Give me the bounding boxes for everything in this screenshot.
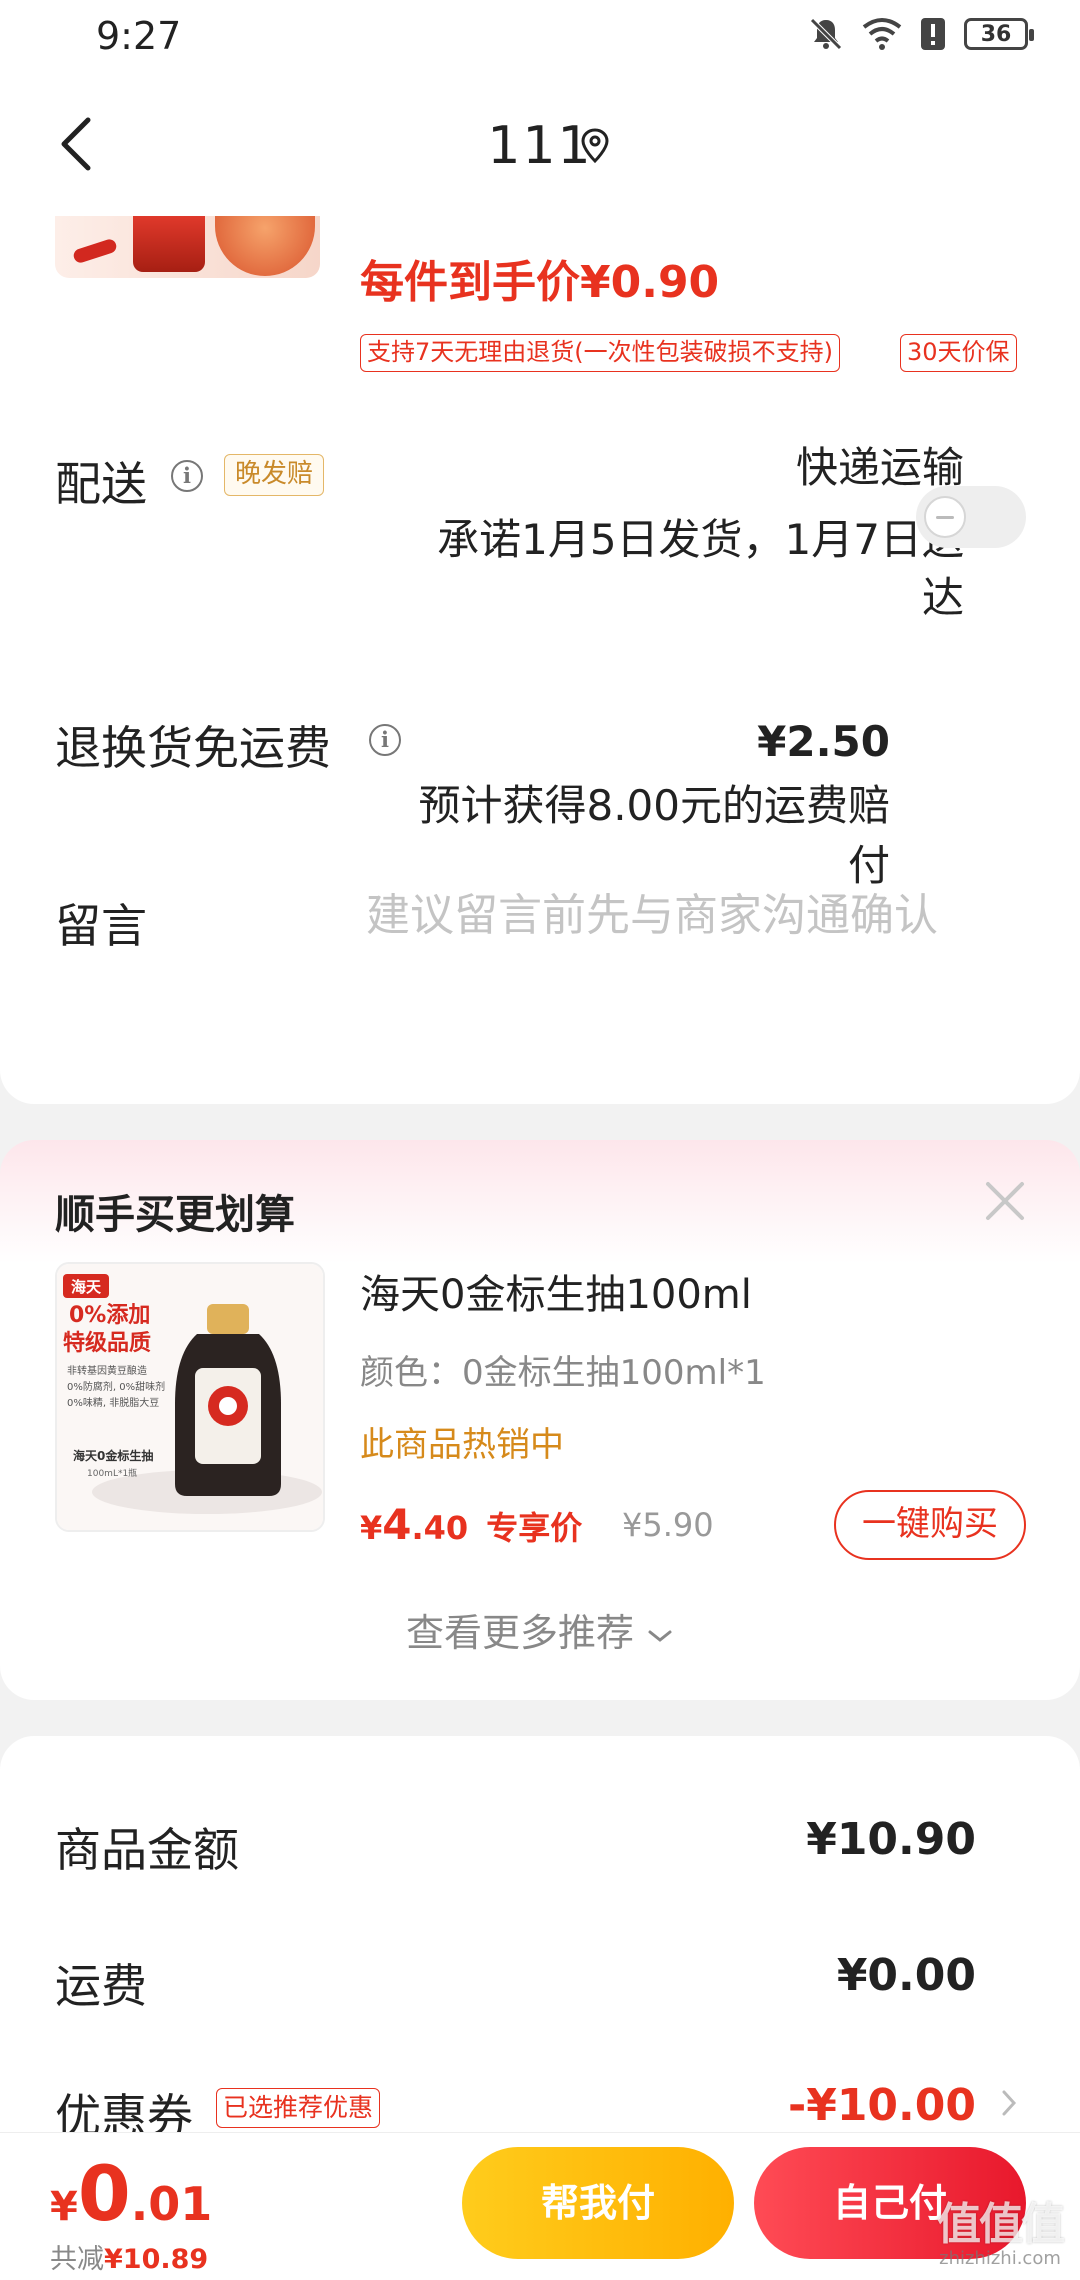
total-int: 0 (77, 2149, 131, 2238)
location-pin-icon[interactable] (580, 128, 610, 164)
thumb-line-1: 非转基因黄豆酿造 (67, 1364, 147, 1377)
recommend-price: ¥4.40 专享价 (360, 1500, 582, 1549)
more-recommend-link[interactable]: 查看更多推荐 (0, 1602, 1080, 1657)
saved-value: ¥10.89 (104, 2244, 209, 2275)
thumb-headline-2: 特级品质 (63, 1330, 151, 1356)
delivery-promise-line2: 达 (921, 573, 964, 622)
return-shipping-desc-line1: 预计获得8.00元的运费赔 (418, 781, 890, 830)
chevron-right-icon[interactable] (1000, 2086, 1020, 2120)
thumb-product-text: 海天0金标生抽 (73, 1448, 153, 1463)
recommend-product-name[interactable]: 海天0金标生抽100ml (360, 1262, 752, 1320)
bottle-graphic (133, 216, 205, 272)
site-watermark: 值值值 zhizhizhi.com (930, 2188, 1070, 2269)
thumb-line-2: 0%防腐剂, 0%甜味剂 (67, 1380, 165, 1393)
delivery-promise-line1: 承诺1月5日发货，1月7日送 (437, 515, 964, 564)
nav-bar: 111 (0, 76, 1080, 216)
status-icons: 36 (808, 16, 1034, 52)
coupon-value[interactable]: -¥10.00 (788, 2080, 976, 2131)
page-title[interactable]: 111 (0, 116, 1080, 176)
chevron-down-icon (648, 1630, 672, 1642)
return-shipping-price: ¥2.50 (757, 717, 890, 766)
thumb-line-3: 0%味精, 非脱脂大豆 (67, 1396, 159, 1409)
message-input[interactable] (366, 880, 1026, 950)
more-recommend-label: 查看更多推荐 (405, 1611, 634, 1655)
late-compensation-tag: 晚发赔 (224, 454, 325, 496)
soy-sauce-image: 海天 0%添加 特级品质 非转基因黄豆酿造 0%防腐剂, 0%甜味剂 0%味精,… (57, 1264, 323, 1530)
mute-bell-icon (810, 18, 842, 50)
recommend-original-price: ¥5.90 (622, 1506, 714, 1544)
shipping-fee-value: ¥0.00 (836, 1950, 976, 2001)
info-icon[interactable]: i (369, 724, 401, 756)
thumb-headline-1: 0%添加 (69, 1303, 150, 1328)
total-currency: ¥ (50, 2184, 78, 2230)
price-protect-tag: 30天价保 (900, 334, 1017, 372)
return-policy-tag: 支持7天无理由退货(一次性包装破损不支持) (360, 334, 840, 372)
thumb-brand-text: 海天 (71, 1278, 102, 1296)
close-icon[interactable] (980, 1176, 1030, 1226)
checkout-bar: ¥0.01 共减¥10.89 帮我付 自己付 (0, 2132, 1080, 2280)
recommend-hot-text: 此商品热销中 (360, 1425, 564, 1465)
watermark-logo: 值值值 (937, 2199, 1065, 2250)
battery-icon: 36 (964, 18, 1034, 50)
total-saved: 共减¥10.89 (50, 2237, 208, 2276)
price-dec: .40 (411, 1509, 469, 1547)
saved-prefix: 共减 (50, 2244, 104, 2275)
toggle-knob (924, 496, 966, 538)
watermark-site: zhizhizhi.com (939, 2248, 1061, 2269)
delivery-label: 配送 (55, 457, 147, 511)
recommend-card: 顺手买更划算 海天 0%添加 特级品质 非转基因黄豆酿造 0%防腐剂, 0%甜味… (0, 1140, 1080, 1700)
coupon-recommended-tag: 已选推荐优惠 (216, 2088, 381, 2128)
status-time: 9:27 (96, 14, 182, 58)
one-click-buy-button[interactable]: 一键购买 (834, 1490, 1026, 1560)
help-me-pay-button[interactable]: 帮我付 (462, 2147, 734, 2259)
recommend-product-image[interactable]: 海天 0%添加 特级品质 非转基因黄豆酿造 0%防腐剂, 0%甜味剂 0%味精,… (55, 1262, 325, 1532)
recommend-product-variant: 颜色：0金标生抽100ml*1 (360, 1353, 766, 1393)
shipping-fee-label: 运费 (55, 1959, 147, 2013)
total-price: ¥0.01 (50, 2149, 212, 2238)
bottle-graphic (215, 216, 315, 276)
chili-graphic (71, 237, 119, 265)
message-label: 留言 (55, 899, 147, 953)
product-thumbnail[interactable] (55, 216, 320, 278)
price-currency: ¥ (360, 1509, 383, 1547)
recommend-title: 顺手买更划算 (55, 1192, 295, 1238)
price-int: 4 (382, 1500, 412, 1549)
unit-price: 每件到手价¥0.90 (360, 257, 720, 308)
goods-amount-value: ¥10.90 (806, 1814, 976, 1865)
total-dec: .01 (130, 2177, 213, 2231)
order-info-card: 每件到手价¥0.90 支持7天无理由退货(一次性包装破损不支持) 30天价保 配… (0, 216, 1080, 1104)
return-shipping-toggle[interactable] (916, 486, 1026, 548)
info-icon[interactable]: i (171, 460, 203, 492)
status-bar: 9:27 36 (0, 0, 1080, 76)
alert-sim-icon (921, 18, 945, 50)
thumb-spec-text: 100mL*1瓶 (87, 1467, 137, 1479)
wifi-icon (862, 18, 902, 50)
goods-amount-label: 商品金额 (55, 1823, 239, 1877)
price-tag: 专享价 (486, 1509, 583, 1547)
return-shipping-label: 退换货免运费 (55, 721, 331, 775)
